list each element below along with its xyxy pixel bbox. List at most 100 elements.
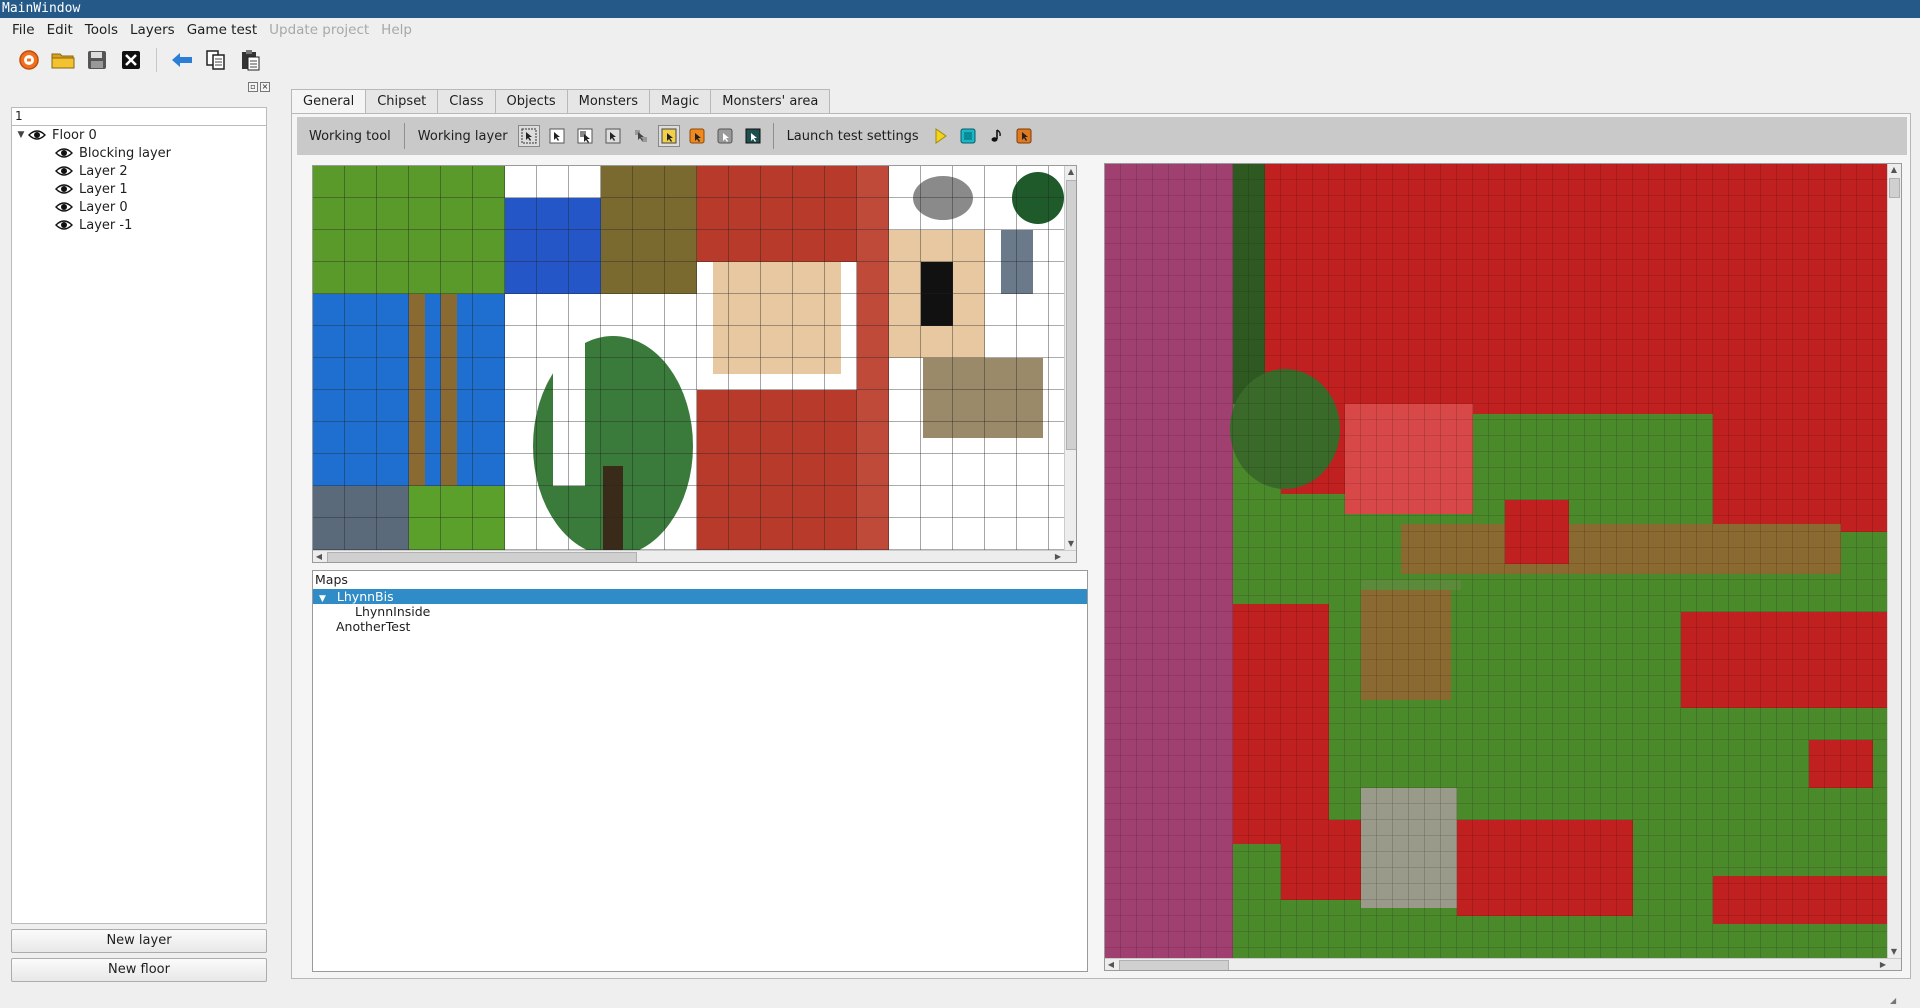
tab-objects[interactable]: Objects — [494, 89, 568, 114]
maps-tree: Maps ▼ LhynnBis LhynnInside AnotherTest — [312, 570, 1088, 972]
menu-game-test[interactable]: Game test — [181, 22, 263, 38]
tileset-horizontal-scrollbar[interactable]: ◀ ▶ — [313, 550, 1076, 562]
tileset-image[interactable] — [313, 166, 1077, 563]
menu-bar: File Edit Tools Layers Game test Update … — [0, 18, 1920, 41]
layer-number-field[interactable]: 1 — [12, 108, 266, 126]
rectangle-tool-icon[interactable] — [574, 125, 596, 147]
tileset-viewer[interactable]: ▲ ▼ ◀ ▶ — [312, 165, 1077, 563]
map-item-lhynninside[interactable]: LhynnInside — [313, 604, 1087, 619]
open-folder-icon[interactable] — [50, 47, 76, 73]
eye-icon[interactable] — [55, 201, 73, 213]
tab-monsters-area[interactable]: Monsters' area — [710, 89, 831, 114]
dock-close-icon[interactable]: × — [260, 82, 270, 92]
maps-header: Maps — [315, 572, 348, 587]
working-tool-label: Working tool — [309, 128, 391, 144]
layer-lock-icon[interactable] — [742, 125, 764, 147]
eye-icon[interactable] — [55, 183, 73, 195]
dock-float-icon[interactable]: ▫ — [248, 82, 258, 92]
menu-update-project: Update project — [269, 21, 370, 38]
working-layer-label: Working layer — [417, 128, 508, 144]
collapse-arrow-icon[interactable]: ▼ — [14, 130, 28, 140]
select-tool-icon[interactable] — [517, 125, 540, 147]
tab-chipset[interactable]: Chipset — [365, 89, 439, 114]
layer-select-icon[interactable] — [657, 125, 680, 147]
floor-label: Floor 0 — [52, 127, 97, 143]
tab-general[interactable]: General — [291, 89, 367, 115]
save-icon[interactable] — [84, 47, 110, 73]
eye-icon[interactable] — [55, 219, 73, 231]
tab-class[interactable]: Class — [437, 89, 496, 114]
scrollbar-thumb[interactable] — [327, 552, 637, 562]
scroll-down-icon[interactable]: ▼ — [1065, 538, 1076, 550]
eye-icon[interactable] — [28, 129, 46, 141]
tools-separator — [403, 123, 405, 149]
layer-hide-icon[interactable] — [714, 125, 736, 147]
layer-row[interactable]: Layer 1 — [12, 180, 266, 198]
map-label: AnotherTest — [336, 619, 411, 634]
scroll-down-icon[interactable]: ▼ — [1888, 946, 1900, 958]
layer-move-icon[interactable] — [686, 125, 708, 147]
tileset-vertical-scrollbar[interactable]: ▲ ▼ — [1064, 166, 1076, 550]
layer-row[interactable]: Blocking layer — [12, 144, 266, 162]
new-floor-button[interactable]: New floor — [11, 958, 267, 982]
window-title: MainWindow — [0, 0, 1920, 18]
scroll-up-icon[interactable]: ▲ — [1065, 166, 1076, 178]
close-project-icon[interactable] — [118, 47, 144, 73]
layer-label: Layer 2 — [79, 163, 128, 179]
scrollbar-thumb[interactable] — [1066, 180, 1076, 450]
eye-icon[interactable] — [55, 147, 73, 159]
test-settings-icon[interactable] — [1013, 125, 1035, 147]
menu-file[interactable]: File — [6, 22, 41, 38]
menu-help: Help — [381, 21, 412, 38]
map-settings-icon[interactable] — [957, 125, 979, 147]
copy-icon[interactable] — [203, 47, 229, 73]
new-layer-button[interactable]: New layer — [11, 929, 267, 953]
map-canvas[interactable] — [1105, 164, 1902, 971]
working-tools-bar: Working tool Working layer Launch test s… — [297, 117, 1907, 155]
layer-row[interactable]: Layer 2 — [12, 162, 266, 180]
tab-monsters[interactable]: Monsters — [566, 89, 651, 114]
map-item-anothertest[interactable]: AnotherTest — [313, 619, 1087, 634]
layer-row[interactable]: Layer 0 — [12, 198, 266, 216]
dock-header-buttons: ▫ × — [248, 82, 270, 92]
scroll-left-icon[interactable]: ◀ — [313, 551, 325, 562]
launch-test-settings-label: Launch test settings — [786, 128, 919, 144]
scroll-right-icon[interactable]: ▶ — [1052, 551, 1064, 562]
map-horizontal-scrollbar[interactable]: ◀ ▶ — [1105, 958, 1901, 970]
layer-row[interactable]: Layer -1 — [12, 216, 266, 234]
layer-label: Layer 1 — [79, 181, 128, 197]
map-label: LhynnInside — [355, 604, 431, 619]
tools-separator — [772, 123, 774, 149]
eye-icon[interactable] — [55, 165, 73, 177]
play-icon[interactable] — [929, 125, 951, 147]
map-item-lhynnbis[interactable]: ▼ LhynnBis — [313, 589, 1087, 604]
map-vertical-scrollbar[interactable]: ▲ ▼ — [1887, 164, 1901, 958]
paste-icon[interactable] — [237, 47, 263, 73]
menu-edit[interactable]: Edit — [41, 22, 79, 38]
toolbar-separator — [156, 48, 157, 72]
undo-icon[interactable] — [169, 47, 195, 73]
pattern-tool-icon[interactable] — [630, 125, 652, 147]
music-note-icon[interactable] — [985, 125, 1007, 147]
layer-label: Blocking layer — [79, 145, 172, 161]
fill-tool-icon[interactable] — [602, 125, 624, 147]
map-editor-view[interactable]: ▲ ▼ ◀ ▶ — [1104, 163, 1902, 971]
map-label: LhynnBis — [336, 589, 394, 604]
menu-layers[interactable]: Layers — [124, 22, 181, 38]
scroll-up-icon[interactable]: ▲ — [1888, 164, 1900, 176]
layers-panel: 1 ▼ Floor 0 Blocking layer Layer 2 Layer… — [11, 107, 267, 924]
scroll-left-icon[interactable]: ◀ — [1105, 959, 1117, 970]
tab-magic[interactable]: Magic — [649, 89, 712, 114]
scrollbar-thumb[interactable] — [1119, 960, 1229, 970]
tab-bar: General Chipset Class Objects Monsters M… — [291, 89, 831, 115]
resize-grip-icon[interactable]: ◢ — [1890, 996, 1896, 1005]
new-project-icon[interactable] — [16, 47, 42, 73]
menu-tools[interactable]: Tools — [79, 22, 124, 38]
pencil-tool-icon[interactable] — [546, 125, 568, 147]
scrollbar-thumb[interactable] — [1889, 178, 1900, 198]
layer-label: Layer -1 — [79, 217, 133, 233]
floor-row[interactable]: ▼ Floor 0 — [12, 126, 266, 144]
layer-label: Layer 0 — [79, 199, 128, 215]
scroll-right-icon[interactable]: ▶ — [1877, 959, 1889, 970]
expand-arrow-icon[interactable]: ▼ — [319, 594, 326, 604]
